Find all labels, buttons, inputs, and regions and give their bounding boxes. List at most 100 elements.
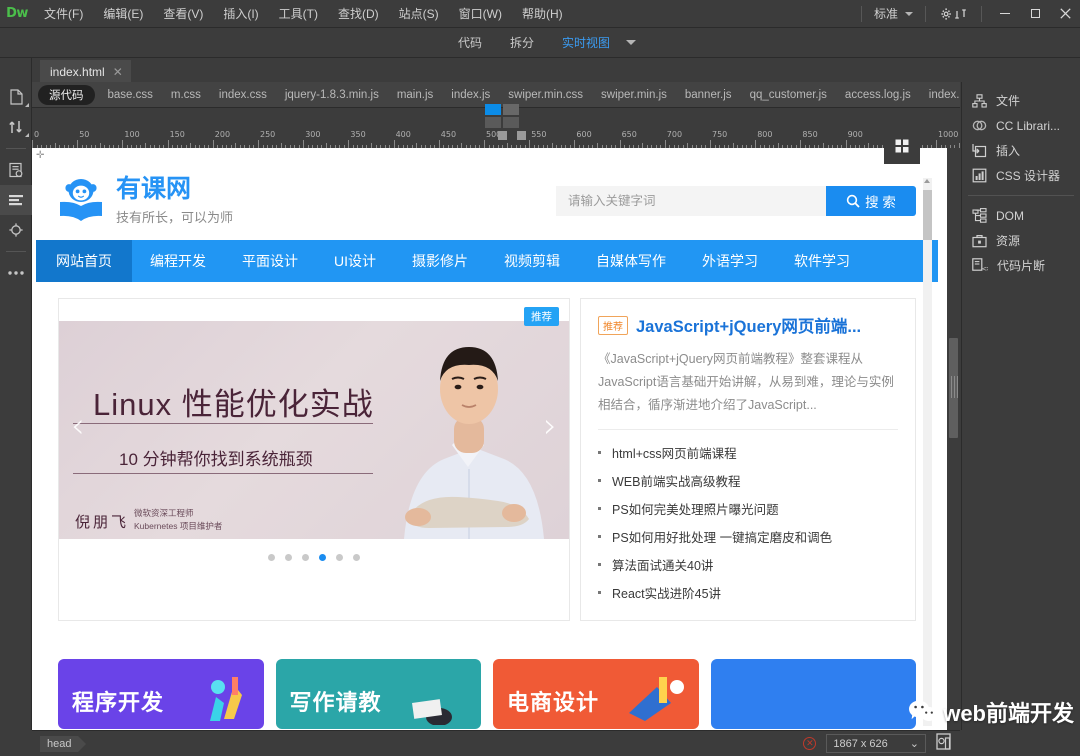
banner-next-button[interactable]: ›	[543, 409, 557, 443]
scroll-up-icon[interactable]	[924, 179, 930, 183]
banner-carousel[interactable]: 推荐 Linux 性能优化实战 10 分钟帮你找到系统瓶颈 倪朋飞 微软资深工程…	[58, 298, 570, 621]
close-button[interactable]	[1050, 0, 1080, 28]
error-badge[interactable]: ✕	[803, 737, 816, 750]
related-file-swiper-css[interactable]: swiper.min.css	[499, 89, 592, 101]
nav-item-video-editing[interactable]: 视频剪辑	[486, 240, 578, 282]
related-file-index-php[interactable]: index.php	[920, 89, 960, 101]
panel-item-assets[interactable]: 资源	[962, 228, 1080, 253]
course-list-item[interactable]: React实战进阶45讲	[598, 578, 898, 606]
menu-site[interactable]: 站点(S)	[389, 0, 449, 28]
breadcrumb[interactable]: head	[40, 736, 78, 752]
page-vertical-scrollbar[interactable]	[923, 178, 932, 726]
course-list-item[interactable]: 算法面试通关40讲	[598, 550, 898, 578]
format-lines-icon[interactable]	[0, 185, 32, 215]
search-input[interactable]	[556, 186, 826, 216]
tile-ecommerce-design[interactable]: 电商设计	[493, 659, 699, 729]
view-live-group[interactable]: 实时视图	[548, 34, 636, 51]
course-list-item[interactable]: html+css网页前端课程	[598, 438, 898, 466]
search-button[interactable]: 搜 索	[826, 186, 916, 216]
grid-view-button[interactable]	[884, 128, 920, 164]
panel-item-snippets[interactable]: <> 代码片断	[962, 253, 1080, 278]
banner-dot[interactable]	[353, 554, 360, 561]
panel-item-css-designer[interactable]: CSS 设计器	[962, 163, 1080, 188]
menu-view[interactable]: 查看(V)	[153, 0, 213, 28]
menu-insert[interactable]: 插入(I)	[213, 0, 268, 28]
course-list-item[interactable]: WEB前端实战高级教程	[598, 466, 898, 494]
related-file-index-css[interactable]: index.css	[210, 89, 276, 101]
nav-item-programming[interactable]: 编程开发	[132, 240, 224, 282]
menu-help[interactable]: 帮助(H)	[512, 0, 573, 28]
site-logo[interactable]: 有课网 技有所长，可以为师	[58, 176, 233, 226]
nav-item-graphic-design[interactable]: 平面设计	[224, 240, 316, 282]
tile-extra[interactable]	[711, 659, 917, 729]
nav-item-foreign-language[interactable]: 外语学习	[684, 240, 776, 282]
view-split[interactable]: 拆分	[496, 34, 548, 51]
more-dots-icon[interactable]	[0, 258, 32, 288]
related-file-access-log-js[interactable]: access.log.js	[836, 89, 920, 101]
banner-dot[interactable]	[302, 554, 309, 561]
related-file-main-js[interactable]: main.js	[388, 89, 442, 101]
panel-item-files[interactable]: 文件	[962, 88, 1080, 113]
window-size-select[interactable]: 1867 x 626 ⌄	[826, 734, 926, 753]
course-list-item[interactable]: PS如何完美处理照片曝光问题	[598, 494, 898, 522]
banner-dot[interactable]	[285, 554, 292, 561]
view-live[interactable]: 实时视图	[548, 34, 624, 51]
preferences-sync-button[interactable]	[940, 7, 967, 21]
panel-item-dom[interactable]: DOM	[962, 203, 1080, 228]
menu-window[interactable]: 窗口(W)	[449, 0, 512, 28]
scrollbar-thumb[interactable]	[923, 190, 932, 240]
banner-dot[interactable]	[268, 554, 275, 561]
nav-item-home[interactable]: 网站首页	[36, 240, 132, 282]
menu-tools[interactable]: 工具(T)	[269, 0, 328, 28]
file-manage-icon[interactable]	[0, 82, 32, 112]
related-file-swiper-js[interactable]: swiper.min.js	[592, 89, 676, 101]
document-tab-index-html[interactable]: index.html ✕	[40, 60, 131, 82]
course-card-title[interactable]: JavaScript+jQuery网页前端...	[636, 313, 861, 337]
banner-dot[interactable]	[336, 554, 343, 561]
rendered-web-page[interactable]: 有课网 技有所长，可以为师 搜 索 网	[36, 162, 938, 730]
chevron-down-icon[interactable]	[626, 40, 636, 45]
statusbar-right-filler	[960, 730, 1080, 756]
panel-item-insert[interactable]: 插入	[962, 138, 1080, 163]
banner-dots[interactable]	[59, 539, 569, 575]
course-card-header[interactable]: 推荐 JavaScript+jQuery网页前端...	[598, 313, 898, 337]
ruler-tick	[258, 140, 259, 148]
related-file-base-css[interactable]: base.css	[99, 89, 162, 101]
menu-edit[interactable]: 编辑(E)	[93, 0, 153, 28]
nav-item-photo-retouch[interactable]: 摄影修片	[394, 240, 486, 282]
sort-arrows-icon[interactable]	[0, 112, 32, 142]
workspace-switcher[interactable]: 标准	[870, 5, 917, 22]
view-code[interactable]: 代码	[444, 34, 496, 51]
tile-writing[interactable]: 写作请教	[276, 659, 482, 729]
banner-slide-image[interactable]: Linux 性能优化实战 10 分钟帮你找到系统瓶颈 倪朋飞 微软资深工程师 K…	[59, 321, 569, 539]
site-search[interactable]: 搜 索	[556, 186, 916, 216]
related-file-banner-js[interactable]: banner.js	[676, 89, 741, 101]
ruler-handle-right[interactable]	[517, 131, 526, 140]
live-view-canvas[interactable]: ✛	[32, 148, 960, 730]
menu-file[interactable]: 文件(F)	[34, 0, 93, 28]
course-list-item[interactable]: PS如何用好批处理 一键搞定磨皮和调色	[598, 522, 898, 550]
related-file-index-js[interactable]: index.js	[442, 89, 499, 101]
related-file-jquery[interactable]: jquery-1.8.3.min.js	[276, 89, 388, 101]
panel-item-cc-libraries[interactable]: CC Librari...	[962, 113, 1080, 138]
menu-find[interactable]: 查找(D)	[328, 0, 389, 28]
minimize-button[interactable]	[990, 0, 1020, 28]
editor-vertical-scrollbar[interactable]	[947, 148, 960, 730]
banner-prev-button[interactable]: ‹	[71, 409, 85, 443]
nav-item-software-learning[interactable]: 软件学习	[776, 240, 868, 282]
nav-item-self-media-writing[interactable]: 自媒体写作	[578, 240, 684, 282]
nav-item-ui-design[interactable]: UI设计	[316, 240, 394, 282]
course-card-description: 《JavaScript+jQuery网页前端教程》整套课程从JavaScript…	[598, 348, 898, 430]
inspect-icon[interactable]	[0, 155, 32, 185]
horizontal-ruler[interactable]: 0501001502002503003504004505005506006507…	[32, 130, 960, 148]
maximize-button[interactable]	[1020, 0, 1050, 28]
related-file-m-css[interactable]: m.css	[162, 89, 210, 101]
related-file-source[interactable]: 源代码	[38, 85, 95, 105]
related-file-qq-customer-js[interactable]: qq_customer.js	[741, 89, 836, 101]
target-icon[interactable]	[0, 215, 32, 245]
close-icon[interactable]: ✕	[113, 65, 123, 79]
device-preview-icon[interactable]	[936, 733, 952, 755]
ruler-handle-left[interactable]	[498, 131, 507, 140]
banner-dot[interactable]	[319, 554, 326, 561]
tile-programming[interactable]: 程序开发	[58, 659, 264, 729]
